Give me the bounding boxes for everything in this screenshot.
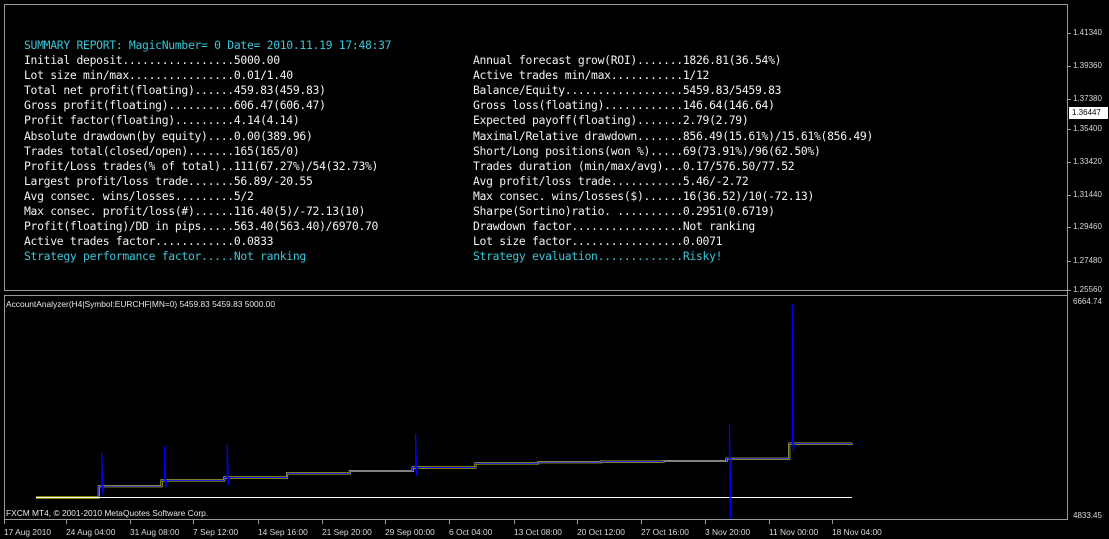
left-row: Strategy performance factor.....Not rank… xyxy=(24,249,306,264)
time-axis-label: 14 Sep 16:00 xyxy=(258,527,308,537)
time-axis-tick xyxy=(4,520,5,524)
price-axis-label: 1.25560 xyxy=(1073,285,1102,294)
price-axis-tick xyxy=(1067,33,1071,34)
left-row: Absolute drawdown(by equity)....0.00(389… xyxy=(24,128,313,143)
price-axis-label: 1.37380 xyxy=(1073,94,1102,103)
main-bottom-border xyxy=(4,290,1067,291)
time-axis-label: 11 Nov 00:00 xyxy=(769,527,819,537)
right-row: Balance/Equity..................5459.83/… xyxy=(473,83,782,98)
price-axis-label: 1.31440 xyxy=(1073,190,1102,199)
left-row: Gross profit(floating)..........606.47(6… xyxy=(24,98,326,113)
time-axis-tick xyxy=(769,520,770,524)
time-axis-tick xyxy=(193,520,194,524)
time-axis-tick xyxy=(66,520,67,524)
time-axis-label: 17 Aug 2010 xyxy=(4,527,52,537)
right-row: Max consec. wins/losses($)......16(36.52… xyxy=(473,188,815,203)
price-axis-label: 1.35400 xyxy=(1073,124,1102,133)
price-axis-tick xyxy=(1067,129,1071,130)
time-axis-tick xyxy=(832,520,833,524)
left-row: Active trades factor............0.0833 xyxy=(24,234,274,249)
price-axis-tick xyxy=(1067,261,1071,262)
left-row: Profit(floating)/DD in pips.....563.40(5… xyxy=(24,219,379,234)
main-left-border xyxy=(4,4,5,291)
copyright-text: FXCM MT4, © 2001-2010 MetaQuotes Softwar… xyxy=(6,508,209,518)
price-axis-label: 1.29460 xyxy=(1073,222,1102,231)
time-axis-label: 7 Sep 12:00 xyxy=(193,527,239,537)
price-axis-tick xyxy=(1067,162,1071,163)
time-axis-label: 20 Oct 12:00 xyxy=(577,527,625,537)
right-row: Avg profit/loss trade...........5.46/-2.… xyxy=(473,173,749,188)
time-axis-label: 6 Oct 04:00 xyxy=(449,527,493,537)
left-row: Trades total(closed/open).......165(165/… xyxy=(24,143,300,158)
time-axis-tick xyxy=(641,520,642,524)
right-row: Annual forecast grow(ROI).......1826.81(… xyxy=(473,53,782,67)
price-axis-tick xyxy=(1067,290,1071,291)
price-axis-label: 1.39360 xyxy=(1073,61,1102,70)
price-axis-tick xyxy=(1067,195,1071,196)
left-row: Lot size min/max................0.01/1.4… xyxy=(24,68,293,83)
time-axis-label: 21 Sep 20:00 xyxy=(322,527,372,537)
right-row: Sharpe(Sortino)ratio. ..........0.2951(0… xyxy=(473,204,775,218)
price-axis-divider xyxy=(1067,4,1068,520)
left-row: Max consec. profit/loss(#)......116.40(5… xyxy=(24,204,366,218)
time-axis-tick xyxy=(577,520,578,524)
right-row: Expected payoff(floating).......2.79(2.7… xyxy=(473,113,749,128)
left-row: Avg consec. wins/losses.........5/2 xyxy=(24,188,254,203)
indicator-top-border xyxy=(4,295,1067,296)
indicator-left-border xyxy=(4,295,5,520)
right-row: Active trades min/max...........1/12 xyxy=(473,68,710,83)
left-row: Profit/Loss trades(% of total)..111(67.2… xyxy=(24,158,379,173)
main-top-border xyxy=(4,4,1067,5)
time-axis-tick xyxy=(705,520,706,524)
time-axis-label: 18 Nov 04:00 xyxy=(832,527,882,537)
time-axis-label: 3 Nov 20:00 xyxy=(705,527,751,537)
right-row: Maximal/Relative drawdown.......856.49(1… xyxy=(473,128,874,143)
indicator-axis-max: 6664.74 xyxy=(1073,297,1102,306)
left-row: Total net profit(floating)......459.83(4… xyxy=(24,83,326,98)
current-price-label: 1.36447 xyxy=(1069,107,1108,119)
time-axis-label: 29 Sep 00:00 xyxy=(385,527,435,537)
time-axis-tick xyxy=(449,520,450,524)
price-axis-tick xyxy=(1067,227,1071,228)
right-row: Gross loss(floating)............146.64(1… xyxy=(473,98,775,113)
time-axis-label: 24 Aug 04:00 xyxy=(66,527,116,537)
right-row: Drawdown factor.................Not rank… xyxy=(473,219,755,234)
left-row: Profit factor(floating).........4.14(4.1… xyxy=(24,113,300,128)
price-axis-label: 1.27480 xyxy=(1073,256,1102,265)
price-axis-label: 1.33420 xyxy=(1073,157,1102,166)
price-axis-label: 1.41340 xyxy=(1073,28,1102,37)
left-row: Largest profit/loss trade.......56.89/-2… xyxy=(24,173,313,188)
price-axis-tick xyxy=(1067,99,1071,100)
time-axis-tick xyxy=(130,520,131,524)
report-header: SUMMARY REPORT: MagicNumber= 0 Date= 201… xyxy=(24,38,392,52)
right-row: Strategy evaluation.............Risky! xyxy=(473,249,723,264)
time-axis-tick xyxy=(322,520,323,524)
left-row: Initial deposit.................5000.00 xyxy=(24,53,280,67)
right-row: Lot size factor.................0.0071 xyxy=(473,234,723,249)
time-axis-label: 13 Oct 08:00 xyxy=(514,527,562,537)
price-axis-tick xyxy=(1067,66,1071,67)
indicator-title: AccountAnalyzer(H4|Symbol:EURCHF|MN=0) 5… xyxy=(6,299,276,309)
right-row: Short/Long positions(won %).....69(73.91… xyxy=(473,143,821,158)
right-row: Trades duration (min/max/avg)...0.17/576… xyxy=(473,158,795,173)
indicator-bottom-border xyxy=(4,519,1067,520)
time-axis-tick xyxy=(258,520,259,524)
time-axis-label: 27 Oct 16:00 xyxy=(641,527,689,537)
time-axis-tick xyxy=(385,520,386,524)
time-axis-label: 31 Aug 08:00 xyxy=(130,527,180,537)
time-axis-tick xyxy=(514,520,515,524)
indicator-pane[interactable] xyxy=(4,295,1067,520)
indicator-axis-min: 4833.45 xyxy=(1073,511,1102,520)
